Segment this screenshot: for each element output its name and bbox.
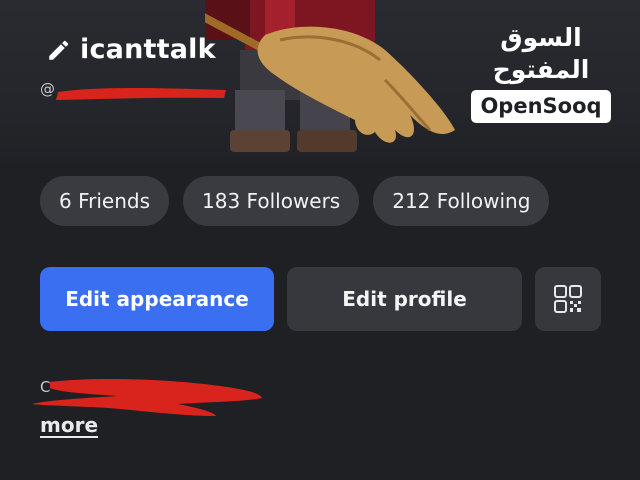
qr-code-button[interactable] [535, 267, 601, 331]
stats-row: 6 Friends 183 Followers 212 Following [40, 176, 550, 226]
opensooq-watermark: السوق المفتوح OpenSooq [466, 22, 616, 123]
avatar-image [205, 0, 455, 152]
edit-profile-button[interactable]: Edit profile [287, 267, 522, 331]
redaction-mark [56, 88, 226, 100]
qr-code-icon [554, 285, 582, 313]
more-link[interactable]: more [40, 413, 98, 437]
username: icanttalk [80, 34, 216, 65]
pencil-icon[interactable] [46, 37, 72, 63]
following-count-button[interactable]: 212 Following [373, 176, 550, 226]
watermark-brand: OpenSooq [471, 90, 611, 123]
username-row[interactable]: icanttalk [46, 34, 216, 65]
friends-count-button[interactable]: 6 Friends [40, 176, 170, 226]
edit-appearance-button[interactable]: Edit appearance [40, 267, 274, 331]
followers-count-button[interactable]: 183 Followers [183, 176, 360, 226]
watermark-arabic: السوق المفتوح [492, 23, 590, 84]
